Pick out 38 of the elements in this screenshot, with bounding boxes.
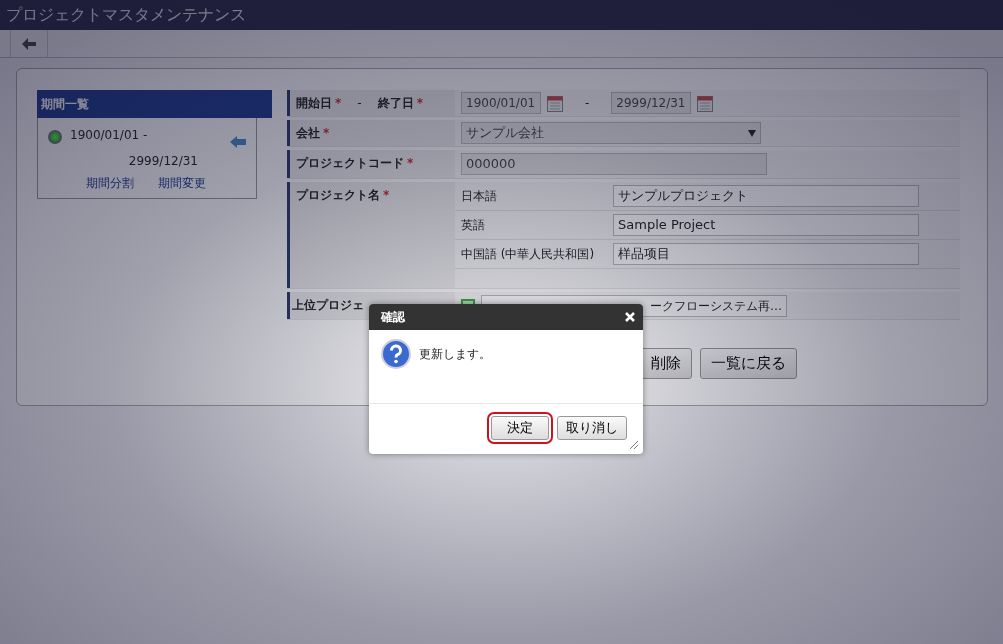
required-mark: * [416,96,423,110]
period-link[interactable]: 期間変更 [158,174,206,192]
language-label: 英語 [461,217,486,234]
field-label: プロジェクトコード [296,156,404,170]
required-mark: * [383,188,390,202]
action-button[interactable]: 一覧に戻る [700,348,797,379]
field-label: 終了日 [377,96,414,110]
back-arrow-icon [22,37,36,50]
window-title: プロジェクトマスタメンテナンス [0,0,1003,30]
input-field[interactable]: Sample Project [613,214,919,236]
field-label: 会社 [296,126,320,140]
language-label: 中国語 (中華人民共和国) [461,246,596,263]
calendar-icon[interactable] [547,94,563,112]
field-label: 開始日 [296,96,332,110]
resize-grip-icon[interactable] [629,440,639,450]
period-end: 2999/12/31 [127,153,199,170]
field-label: 上位プロジェ [292,298,364,312]
caret-icon [748,129,756,137]
back-button[interactable] [10,30,48,57]
required-mark: * [323,126,330,140]
calendar-icon[interactable] [697,94,714,112]
input-field[interactable]: 样品项目 [613,243,919,265]
separator: - [357,96,362,110]
panel-header: 期間一覧 [37,90,272,118]
required-mark: * [335,96,342,110]
dialog-button[interactable]: 取り消し [557,416,627,440]
dialog-message: 更新します。 [419,346,491,363]
period-start: 1900/01/01 - [70,127,149,144]
required-mark: * [407,156,414,170]
question-icon [381,339,411,369]
close-icon[interactable] [625,312,635,322]
action-button[interactable]: 削除 [640,348,692,379]
separator: - [585,95,590,112]
language-label: 日本語 [461,188,498,205]
field-label: プロジェクト名 [296,188,380,202]
input-field[interactable]: サンプルプロジェクト [613,185,919,207]
dialog-title: 確認 [381,309,405,326]
period-link[interactable]: 期間分割 [86,174,134,192]
